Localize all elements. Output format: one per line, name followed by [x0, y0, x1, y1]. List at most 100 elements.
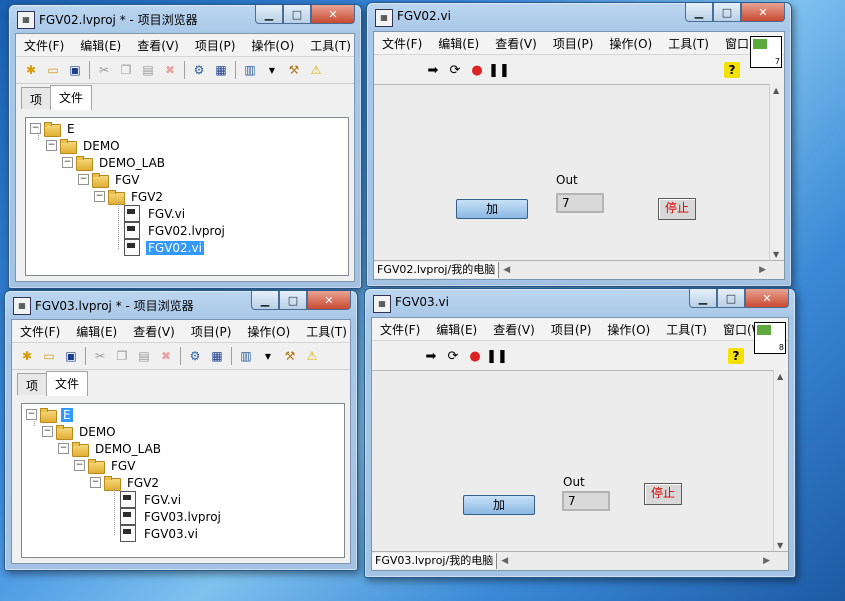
tree-node-fgv03-vi[interactable]: FGV03.vi [120, 525, 200, 542]
stop-button[interactable]: 停止 [658, 198, 696, 220]
tree-node-lvproj[interactable]: FGV03.lvproj [120, 508, 223, 525]
maximize-button[interactable]: □ [717, 289, 745, 308]
maximize-button[interactable]: □ [279, 291, 307, 310]
title-bar[interactable]: ▦ FGV03.vi ▁ □ ✕ [365, 289, 795, 317]
menu-view[interactable]: 查看(V) [125, 323, 183, 340]
tab-items[interactable]: 项 [17, 373, 48, 395]
paste-icon[interactable]: ▤ [134, 346, 154, 366]
tree-node-demo-lab[interactable]: − DEMO_LAB [58, 440, 163, 457]
abort-icon[interactable]: ● [468, 62, 486, 78]
run-arrow-icon[interactable]: ➡ [422, 348, 440, 364]
run-continuous-icon[interactable]: ⟳ [444, 348, 462, 364]
tree-node-fgv2[interactable]: − FGV2 [94, 188, 165, 205]
save-all-icon[interactable]: ▣ [65, 60, 85, 80]
pause-icon[interactable]: ❚❚ [488, 62, 510, 78]
tree-node-lvproj[interactable]: FGV02.lvproj [124, 222, 227, 239]
menu-edit[interactable]: 编辑(E) [430, 35, 487, 52]
menu-operate[interactable]: 操作(O) [239, 323, 298, 340]
tree-node-root[interactable]: − E [30, 120, 77, 137]
menu-project[interactable]: 项目(P) [183, 323, 240, 340]
maximize-button[interactable]: □ [713, 3, 741, 22]
tree-node-root[interactable]: − E [26, 406, 73, 423]
dropdown-arrow-icon[interactable]: ▼ [258, 346, 278, 366]
warning-icon[interactable]: ⚠ [306, 60, 326, 80]
collapse-icon[interactable]: − [42, 426, 53, 437]
menu-file[interactable]: 文件(F) [16, 37, 72, 54]
tree-node-demo[interactable]: − DEMO [46, 137, 122, 154]
menu-tools[interactable]: 工具(T) [658, 321, 715, 338]
new-icon[interactable]: ✱ [17, 346, 37, 366]
collapse-icon[interactable]: − [62, 157, 73, 168]
menu-edit[interactable]: 编辑(E) [68, 323, 125, 340]
tree-node-fgv[interactable]: − FGV [78, 171, 141, 188]
menu-project[interactable]: 项目(P) [187, 37, 244, 54]
close-button[interactable]: ✕ [745, 289, 789, 308]
tab-items[interactable]: 项 [21, 87, 52, 109]
collapse-icon[interactable]: − [94, 191, 105, 202]
tree-node-fgv[interactable]: − FGV [74, 457, 137, 474]
close-button[interactable]: ✕ [311, 5, 355, 24]
collapse-icon[interactable]: − [26, 409, 37, 420]
close-button[interactable]: ✕ [307, 291, 351, 310]
menu-file[interactable]: 文件(F) [372, 321, 428, 338]
tree-node-fgv2[interactable]: − FGV2 [90, 474, 161, 491]
build-icon[interactable]: ⚙ [185, 346, 205, 366]
menu-edit[interactable]: 编辑(E) [72, 37, 129, 54]
menu-project[interactable]: 项目(P) [543, 321, 600, 338]
menu-operate[interactable]: 操作(O) [601, 35, 660, 52]
run-continuous-icon[interactable]: ⟳ [446, 62, 464, 78]
title-bar[interactable]: ▦ FGV02.vi ▁ □ ✕ [367, 3, 791, 31]
view-icon[interactable]: ▥ [236, 346, 256, 366]
menu-project[interactable]: 项目(P) [545, 35, 602, 52]
vertical-scrollbar[interactable]: ▲ ▼ [769, 84, 784, 261]
collapse-icon[interactable]: − [90, 477, 101, 488]
menu-tools[interactable]: 工具(T) [298, 323, 350, 340]
close-button[interactable]: ✕ [741, 3, 785, 22]
scroll-right-icon[interactable]: ▶ [759, 265, 766, 275]
tree-node-fgv02-vi[interactable]: FGV02.vi [124, 239, 204, 256]
menu-view[interactable]: 查看(V) [487, 35, 545, 52]
run-arrow-icon[interactable]: ➡ [424, 62, 442, 78]
open-icon[interactable]: ▭ [43, 60, 63, 80]
copy-icon[interactable]: ❐ [112, 346, 132, 366]
collapse-icon[interactable]: − [58, 443, 69, 454]
abort-icon[interactable]: ● [466, 348, 484, 364]
dropdown-arrow-icon[interactable]: ▼ [262, 60, 282, 80]
menu-tools[interactable]: 工具(T) [660, 35, 717, 52]
vi-connector-icon[interactable]: 8 [754, 322, 786, 354]
delete-icon[interactable]: ✖ [156, 346, 176, 366]
collapse-icon[interactable]: − [74, 460, 85, 471]
tab-files[interactable]: 文件 [50, 85, 93, 110]
stop-button[interactable]: 停止 [644, 483, 682, 505]
scroll-left-icon[interactable]: ◀ [501, 556, 508, 566]
save-all-icon[interactable]: ▣ [61, 346, 81, 366]
minimize-button[interactable]: ▁ [689, 289, 717, 308]
title-bar[interactable]: ▦ FGV02.lvproj * - 项目浏览器 ▁ □ ✕ [9, 5, 361, 33]
build-icon[interactable]: ⚙ [189, 60, 209, 80]
minimize-button[interactable]: ▁ [255, 5, 283, 24]
menu-operate[interactable]: 操作(O) [243, 37, 302, 54]
pause-icon[interactable]: ❚❚ [486, 348, 508, 364]
tools-icon[interactable]: ⚒ [284, 60, 304, 80]
menu-view[interactable]: 查看(V) [129, 37, 187, 54]
menu-view[interactable]: 查看(V) [485, 321, 543, 338]
help-icon[interactable]: ? [724, 62, 740, 78]
tree-node-fgv-vi[interactable]: FGV.vi [124, 205, 187, 222]
delete-icon[interactable]: ✖ [160, 60, 180, 80]
add-button[interactable]: 加 [463, 495, 535, 515]
open-icon[interactable]: ▭ [39, 346, 59, 366]
deploy-icon[interactable]: ▦ [207, 346, 227, 366]
menu-tools[interactable]: 工具(T) [302, 37, 354, 54]
add-button[interactable]: 加 [456, 199, 528, 219]
menu-file[interactable]: 文件(F) [374, 35, 430, 52]
copy-icon[interactable]: ❐ [116, 60, 136, 80]
cut-icon[interactable]: ✂ [90, 346, 110, 366]
tree-node-fgv-vi[interactable]: FGV.vi [120, 491, 183, 508]
view-icon[interactable]: ▥ [240, 60, 260, 80]
paste-icon[interactable]: ▤ [138, 60, 158, 80]
cut-icon[interactable]: ✂ [94, 60, 114, 80]
vi-connector-icon[interactable]: 7 [750, 36, 782, 68]
tree-node-demo[interactable]: − DEMO [42, 423, 118, 440]
deploy-icon[interactable]: ▦ [211, 60, 231, 80]
minimize-button[interactable]: ▁ [251, 291, 279, 310]
